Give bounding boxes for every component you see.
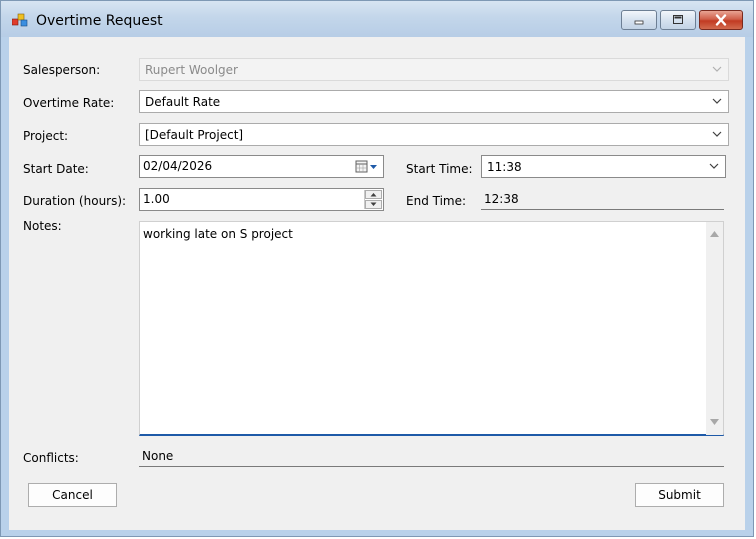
close-button[interactable] bbox=[699, 10, 743, 30]
submit-button[interactable]: Submit bbox=[635, 483, 724, 507]
notes-scrollbar[interactable] bbox=[706, 222, 723, 435]
maximize-button[interactable] bbox=[660, 10, 696, 30]
chevron-down-icon bbox=[712, 66, 722, 72]
maximize-icon bbox=[673, 15, 683, 24]
caret-down-icon bbox=[370, 202, 377, 206]
notes-textarea[interactable]: working late on S project bbox=[139, 221, 724, 436]
start-time-combo[interactable]: 11:38 bbox=[481, 155, 726, 178]
project-label: Project: bbox=[23, 129, 69, 143]
conflicts-value: None bbox=[142, 449, 174, 463]
end-time-value: 12:38 bbox=[484, 192, 519, 206]
overtime-rate-combo[interactable]: Default Rate bbox=[139, 90, 729, 113]
notes-value: working late on S project bbox=[143, 227, 293, 241]
project-value: [Default Project] bbox=[145, 128, 244, 142]
end-time-field: 12:38 bbox=[481, 188, 724, 210]
start-time-label: Start Time: bbox=[406, 162, 473, 176]
calendar-icon[interactable] bbox=[353, 159, 379, 175]
spin-up-button[interactable] bbox=[365, 190, 382, 199]
close-icon bbox=[715, 14, 727, 26]
chevron-down-icon[interactable] bbox=[710, 127, 724, 141]
overtime-rate-value: Default Rate bbox=[145, 95, 221, 109]
end-time-label: End Time: bbox=[406, 194, 467, 208]
duration-spinner[interactable] bbox=[364, 190, 382, 209]
app-icon bbox=[12, 13, 28, 27]
salesperson-label: Salesperson: bbox=[23, 63, 101, 77]
caret-up-icon bbox=[370, 193, 377, 197]
salesperson-combo: Rupert Woolger bbox=[139, 58, 729, 81]
duration-label: Duration (hours): bbox=[23, 194, 127, 208]
cancel-button[interactable]: Cancel bbox=[28, 483, 117, 507]
chevron-down-icon[interactable] bbox=[707, 159, 721, 173]
overtime-request-window: Overtime Request Salesperson: Rupert Woo… bbox=[0, 0, 754, 537]
conflicts-label: Conflicts: bbox=[23, 451, 79, 465]
salesperson-value: Rupert Woolger bbox=[145, 63, 238, 77]
overtime-rate-label: Overtime Rate: bbox=[23, 96, 115, 110]
minimize-button[interactable] bbox=[621, 10, 657, 30]
spin-down-button[interactable] bbox=[365, 200, 382, 209]
chevron-down-icon[interactable] bbox=[710, 94, 724, 108]
scroll-down-icon[interactable] bbox=[709, 418, 720, 426]
scroll-up-icon[interactable] bbox=[709, 230, 720, 238]
conflicts-field: None bbox=[139, 445, 724, 467]
project-combo[interactable]: [Default Project] bbox=[139, 123, 729, 146]
start-date-value: 02/04/2026 bbox=[143, 159, 213, 173]
window-title: Overtime Request bbox=[36, 13, 163, 29]
form-body: Salesperson: Rupert Woolger Overtime Rat… bbox=[9, 37, 745, 530]
start-date-picker[interactable]: 02/04/2026 bbox=[139, 155, 384, 178]
start-time-value: 11:38 bbox=[487, 160, 522, 174]
start-date-label: Start Date: bbox=[23, 162, 89, 176]
notes-label: Notes: bbox=[23, 219, 62, 233]
duration-stepper[interactable]: 1.00 bbox=[139, 188, 384, 211]
minimize-icon bbox=[634, 20, 644, 25]
duration-value: 1.00 bbox=[143, 192, 170, 206]
title-bar[interactable]: Overtime Request bbox=[1, 1, 753, 37]
